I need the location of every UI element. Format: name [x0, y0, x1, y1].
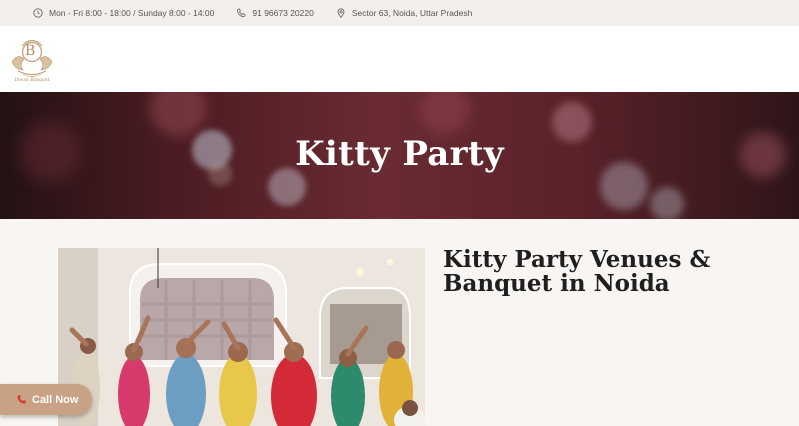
party-photo [58, 248, 425, 426]
bokeh-light [650, 187, 684, 219]
hours-info: Mon - Fri 8:00 - 18:00 / Sunday 8:00 - 1… [33, 8, 214, 18]
bokeh-light [150, 92, 206, 136]
section-heading: Kitty Party Venues & Banquet in Noida [443, 246, 711, 297]
top-info-bar: Mon - Fri 8:00 - 18:00 / Sunday 8:00 - 1… [0, 0, 799, 26]
main-content: Kitty Party Venues & Banquet in Noida [0, 219, 799, 426]
phone-icon [237, 8, 246, 18]
party-photo-illustration [58, 248, 425, 426]
logo-tagline: Diwan Banquet [14, 78, 50, 83]
call-now-label[interactable]: Call Now [32, 394, 78, 406]
phone-handset-icon [17, 395, 26, 404]
address-text: Sector 63, Noida, Uttar Pradesh [351, 8, 473, 18]
hero-banner: Kitty Party [0, 92, 799, 219]
phone-text[interactable]: 91 96673 20220 [252, 8, 313, 18]
site-header: B Diwan Banquet [0, 26, 799, 92]
clock-icon [33, 8, 43, 18]
phone-info[interactable]: 91 96673 20220 [236, 8, 314, 18]
bokeh-light [420, 92, 470, 134]
call-now-button[interactable]: Call Now [0, 384, 92, 415]
logo-initial: B [25, 43, 36, 59]
address-info: Sector 63, Noida, Uttar Pradesh [336, 8, 472, 18]
location-pin-icon [337, 8, 345, 18]
hours-text: Mon - Fri 8:00 - 18:00 / Sunday 8:00 - 1… [49, 8, 215, 18]
brand-logo[interactable]: B Diwan Banquet [8, 32, 56, 88]
page-title: Kitty Party [295, 134, 504, 174]
